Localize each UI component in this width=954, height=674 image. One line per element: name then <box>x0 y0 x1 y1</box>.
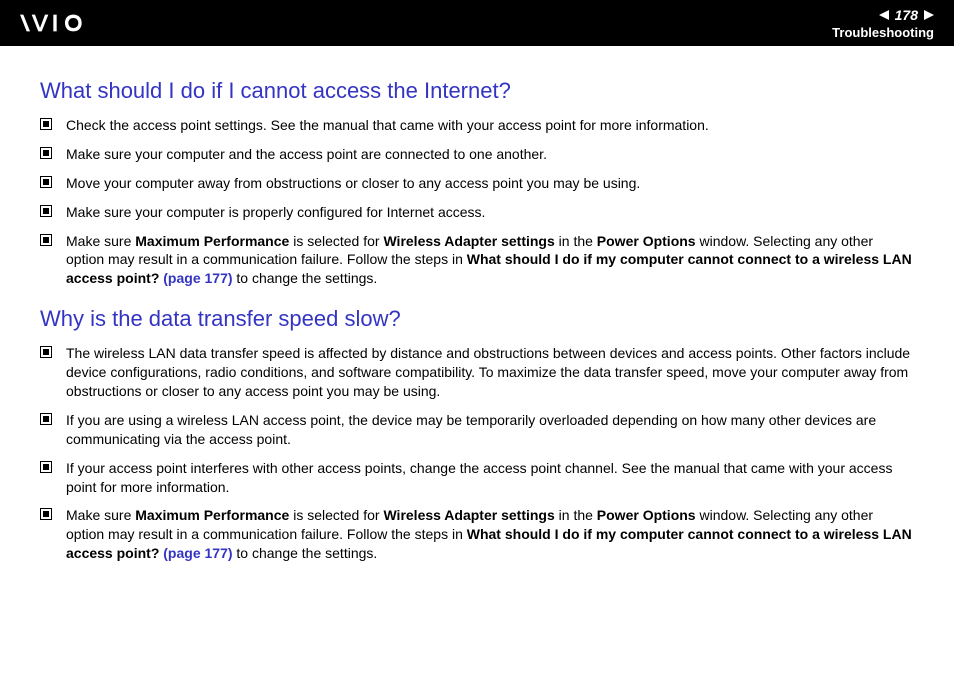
bullet-icon <box>40 346 52 358</box>
item-text: Make sure your computer and the access p… <box>66 145 914 164</box>
question-heading: Why is the data transfer speed slow? <box>40 306 914 332</box>
item-text: Move your computer away from obstruction… <box>66 174 914 193</box>
question-heading: What should I do if I cannot access the … <box>40 78 914 104</box>
page-header: 178 Troubleshooting <box>0 0 954 46</box>
section-label: Troubleshooting <box>832 25 934 40</box>
bullet-icon <box>40 147 52 159</box>
list-item: Check the access point settings. See the… <box>40 116 914 135</box>
list-item: If your access point interferes with oth… <box>40 459 914 497</box>
page-link[interactable]: (page 177) <box>163 545 232 561</box>
answer-list: Check the access point settings. See the… <box>40 116 914 288</box>
list-item: Make sure Maximum Performance is selecte… <box>40 506 914 563</box>
item-text: If your access point interferes with oth… <box>66 459 914 497</box>
page-content: What should I do if I cannot access the … <box>0 46 954 563</box>
list-item: Make sure your computer is properly conf… <box>40 203 914 222</box>
list-item: Make sure your computer and the access p… <box>40 145 914 164</box>
bullet-icon <box>40 205 52 217</box>
page-link[interactable]: (page 177) <box>163 270 232 286</box>
item-text: Make sure Maximum Performance is selecte… <box>66 232 914 289</box>
next-page-icon[interactable] <box>924 10 934 20</box>
bullet-icon <box>40 234 52 246</box>
page-nav: 178 Troubleshooting <box>832 7 934 40</box>
bullet-icon <box>40 461 52 473</box>
item-text: Make sure your computer is properly conf… <box>66 203 914 222</box>
list-item: If you are using a wireless LAN access p… <box>40 411 914 449</box>
item-text: If you are using a wireless LAN access p… <box>66 411 914 449</box>
item-text: The wireless LAN data transfer speed is … <box>66 344 914 401</box>
bullet-icon <box>40 176 52 188</box>
page-number: 178 <box>895 7 918 23</box>
item-text: Make sure Maximum Performance is selecte… <box>66 506 914 563</box>
answer-list: The wireless LAN data transfer speed is … <box>40 344 914 563</box>
list-item: Make sure Maximum Performance is selecte… <box>40 232 914 289</box>
vaio-logo <box>20 13 120 33</box>
bullet-icon <box>40 508 52 520</box>
prev-page-icon[interactable] <box>879 10 889 20</box>
item-text: Check the access point settings. See the… <box>66 116 914 135</box>
list-item: Move your computer away from obstruction… <box>40 174 914 193</box>
list-item: The wireless LAN data transfer speed is … <box>40 344 914 401</box>
bullet-icon <box>40 413 52 425</box>
bullet-icon <box>40 118 52 130</box>
